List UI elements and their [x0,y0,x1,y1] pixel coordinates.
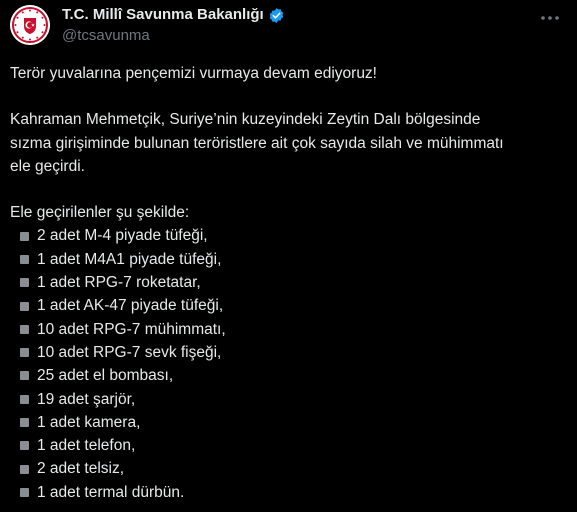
avatar[interactable] [10,5,50,45]
list-item-text: 10 adet RPG-7 sevk fişeği, [37,343,222,361]
list-item: 1 adet M4A1 piyade tüfeği, [10,248,565,271]
list-item-text: 1 adet M4A1 piyade tüfeği, [37,250,222,268]
bullet-square-icon [20,464,29,474]
turkish-ministry-emblem-icon [10,5,50,45]
list-item-text: 1 adet AK-47 piyade tüfeği, [37,297,224,315]
bullet-square-icon [20,394,29,404]
tweet-paragraph-line: sızma girişiminde bulunan teröristlere a… [10,134,504,152]
tweet-headline: Terör yuvalarına pençemizi vurmaya devam… [10,65,377,82]
tweet-header: T.C. Millî Savunma Bakanlığı @tcsavunma [0,0,577,50]
author-name-row[interactable]: T.C. Millî Savunma Bakanlığı [62,6,285,24]
list-item: 2 adet M-4 piyade tüfeği, [10,224,565,247]
list-item-text: 1 adet termal dürbün. [37,483,185,501]
list-item: 19 adet şarjör, [10,388,565,411]
bullet-square-icon [20,254,29,264]
verified-badge-icon [268,7,285,24]
bullet-square-icon [20,371,29,381]
list-item-text: 10 adet RPG-7 mühimmatı, [37,320,226,338]
seized-items-list: 2 adet M-4 piyade tüfeği, 1 adet M4A1 pi… [10,224,565,504]
bullet-square-icon [20,301,29,311]
list-item-text: 1 adet RPG-7 roketatar, [37,274,201,292]
list-item: 10 adet RPG-7 mühimmatı, [10,318,565,341]
list-item-text: 1 adet telefon, [37,437,136,455]
list-intro: Ele geçirilenler şu şekilde: [10,204,190,222]
tweet-paragraph-line: Kahraman Mehmetçik, Suriye’nin kuzeyinde… [10,111,481,129]
bullet-square-icon [20,487,29,497]
list-item: 1 adet termal dürbün. [10,481,565,504]
list-item: 1 adet kamera, [10,411,565,434]
list-item-text: 19 adet şarjör, [37,390,136,408]
list-item-text: 2 adet M-4 piyade tüfeği, [37,227,208,245]
list-item-text: 25 adet el bombası, [37,367,174,385]
bullet-square-icon [20,231,29,241]
list-item: 1 adet RPG-7 roketatar, [10,271,565,294]
tweet-text: Terör yuvalarına pençemizi vurmaya devam… [10,62,565,504]
list-item: 10 adet RPG-7 sevk fişeği, [10,341,565,364]
bullet-square-icon [20,324,29,334]
list-item-text: 1 adet kamera, [37,413,141,431]
bullet-square-icon [20,418,29,427]
list-item-text: 2 adet telsiz, [37,460,125,478]
more-options-icon[interactable] [537,8,563,28]
list-item: 1 adet telefon, [10,434,565,457]
tweet-paragraph-line: ele geçirdi. [10,157,85,175]
list-item: 2 adet telsiz, [10,457,565,480]
user-handle[interactable]: @tcsavunma [62,27,150,45]
bullet-square-icon [20,278,29,288]
bullet-square-icon [20,348,29,358]
bullet-square-icon [20,441,29,451]
list-item: 1 adet AK-47 piyade tüfeği, [10,294,565,317]
list-item: 25 adet el bombası, [10,364,565,387]
display-name[interactable]: T.C. Millî Savunma Bakanlığı [62,6,264,24]
